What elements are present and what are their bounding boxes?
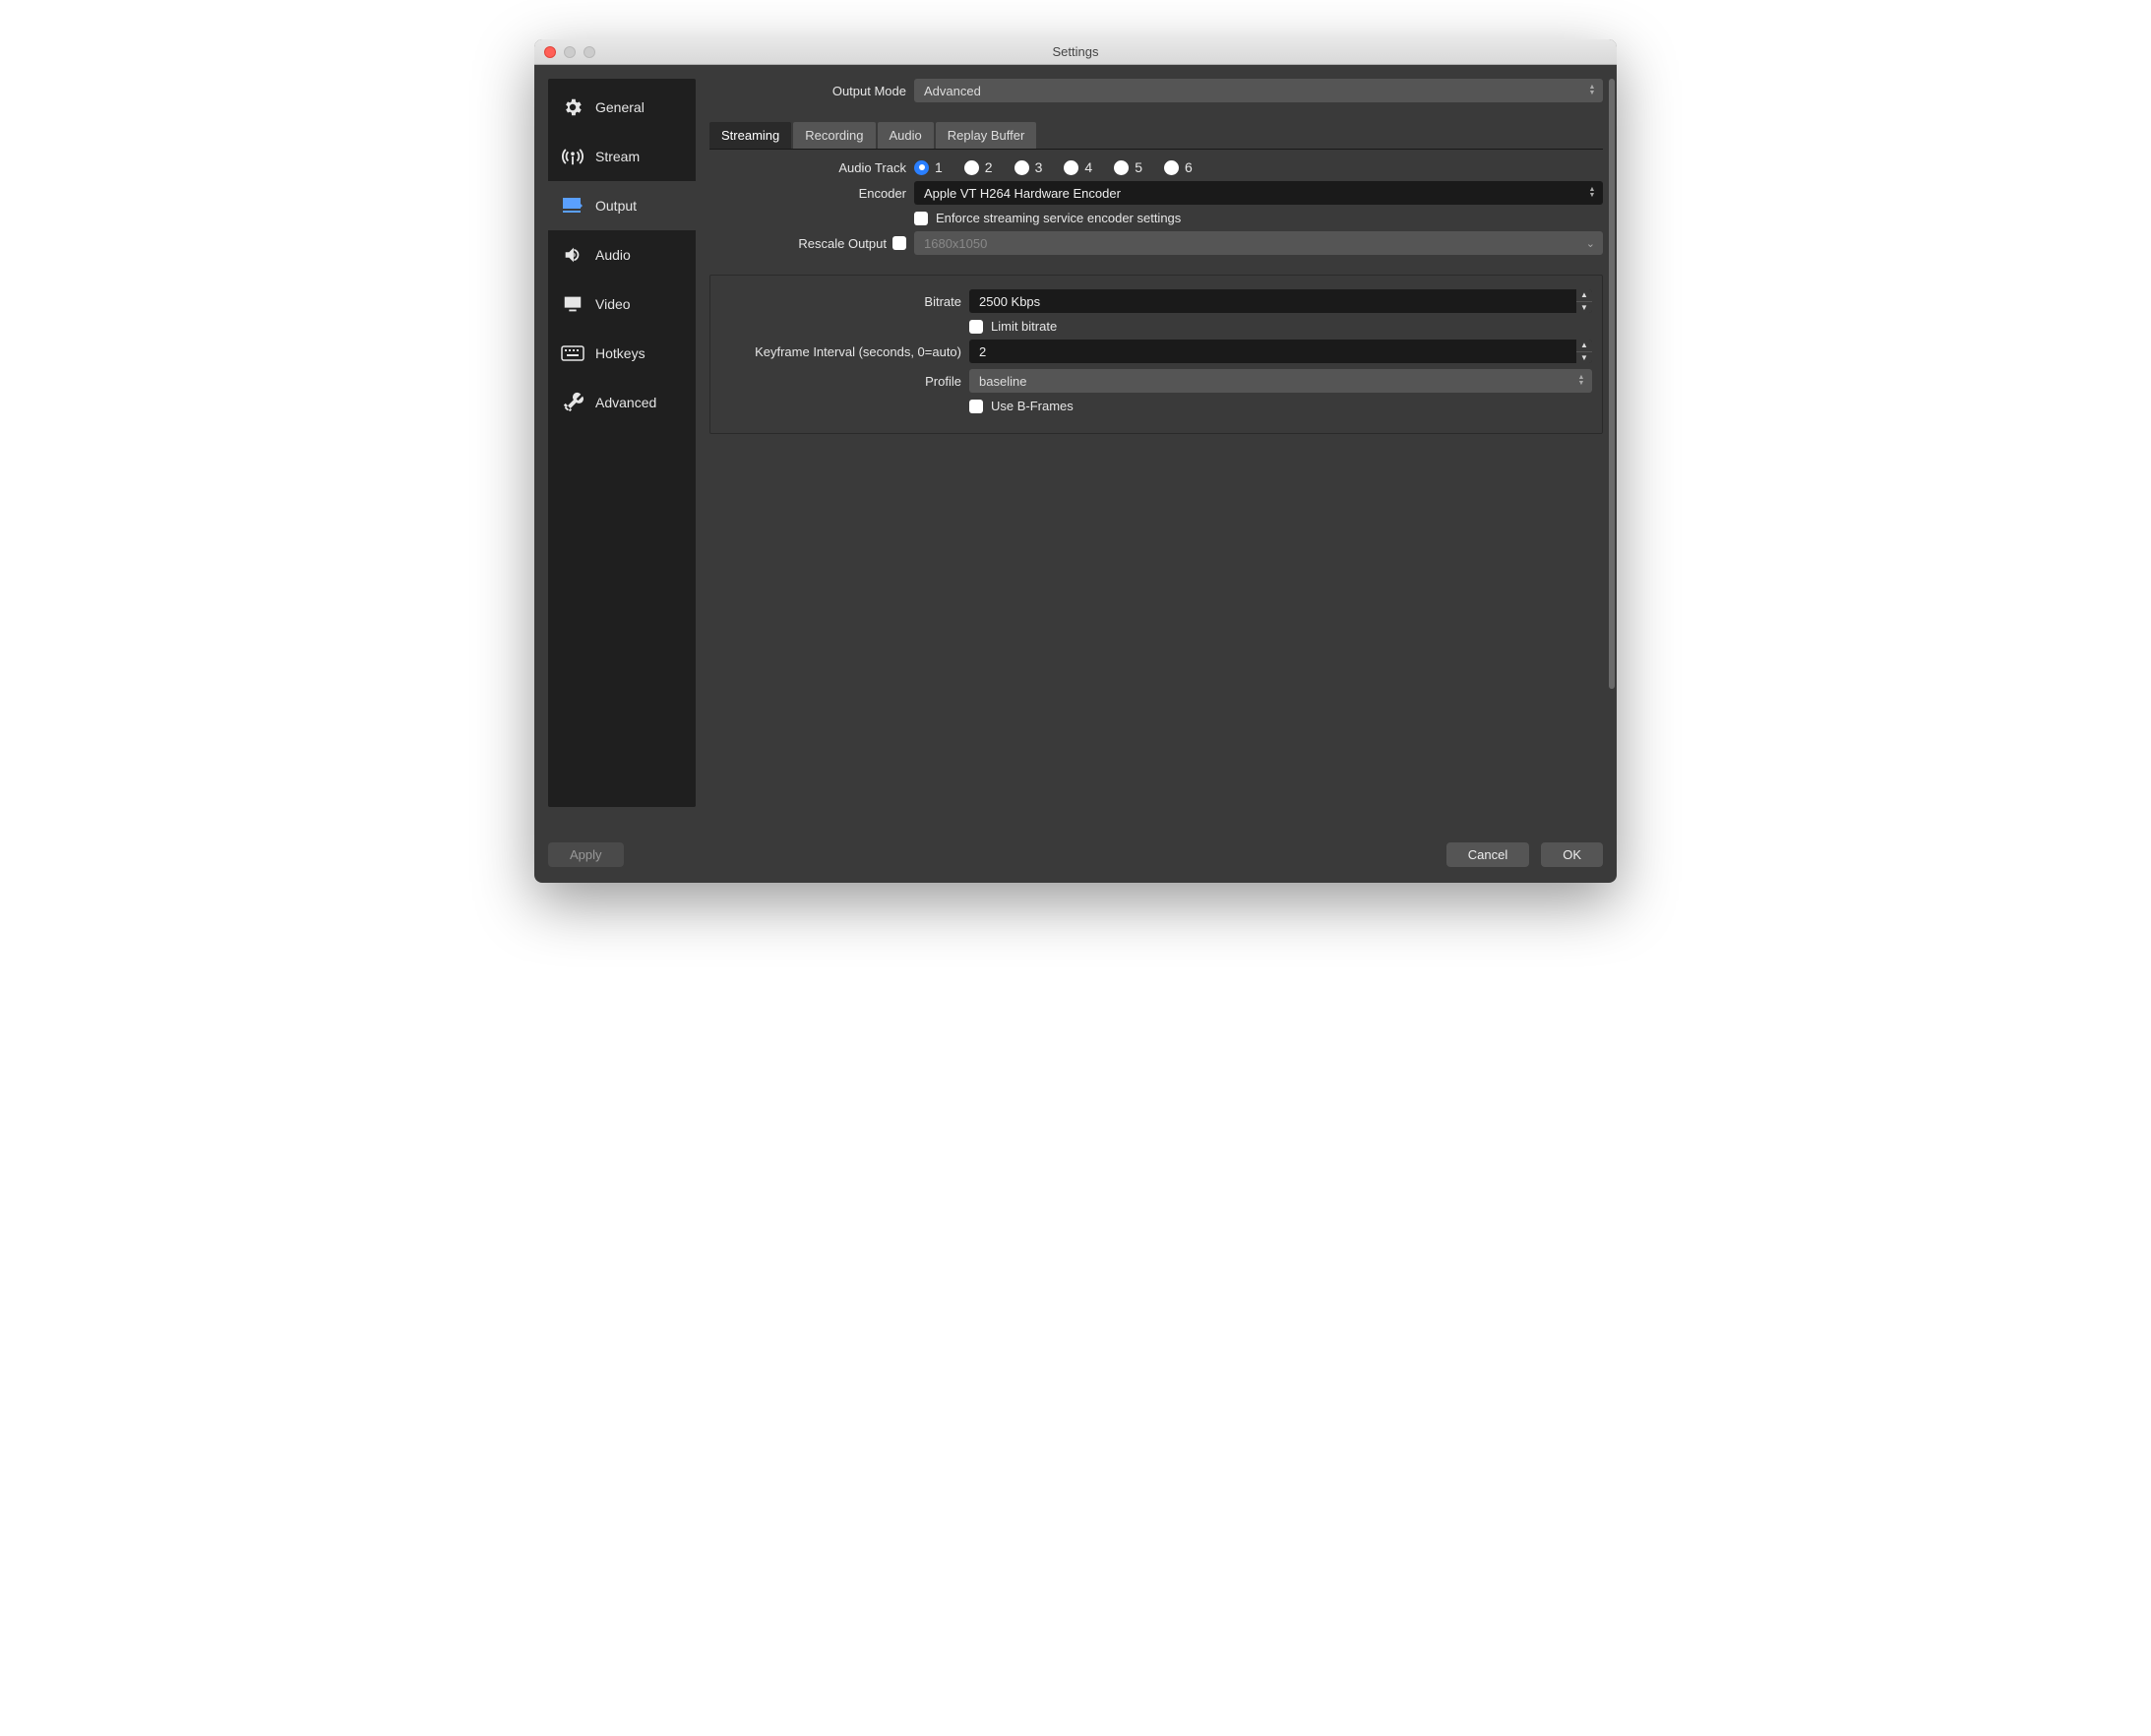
encoder-settings-section: Bitrate 2500 Kbps ▲▼ Limit bitrate Keyfr… [709,275,1603,434]
scrollbar-thumb[interactable] [1609,79,1615,689]
audio-track-radio-3[interactable]: 3 [1014,159,1043,175]
sidebar-item-general[interactable]: General [548,83,696,132]
tab-recording[interactable]: Recording [793,122,875,149]
sidebar-item-advanced[interactable]: Advanced [548,378,696,427]
window-body: General Stream Output Audio [534,65,1617,833]
audio-track-radio-2[interactable]: 2 [964,159,993,175]
bitrate-label: Bitrate [710,294,961,309]
rescale-value: 1680x1050 [924,236,987,251]
settings-sidebar: General Stream Output Audio [548,79,696,807]
enforce-row: Enforce streaming service encoder settin… [709,211,1603,225]
speaker-icon [560,244,585,266]
monitor-icon [560,293,585,315]
audio-track-radio-4[interactable]: 4 [1064,159,1092,175]
titlebar: Settings [534,39,1617,65]
tab-replay-buffer[interactable]: Replay Buffer [936,122,1037,149]
antenna-icon [560,146,585,167]
output-mode-value: Advanced [924,84,981,98]
bframes-checkbox[interactable]: Use B-Frames [969,399,1074,413]
tab-streaming[interactable]: Streaming [709,122,791,149]
rescale-checkbox[interactable] [892,236,906,250]
monitor-output-icon [560,195,585,217]
audio-track-radios: 1 2 3 4 5 6 [914,159,1603,175]
settings-window: Settings General Stream Output [534,39,1617,883]
sidebar-item-video[interactable]: Video [548,279,696,329]
enforce-checkbox[interactable]: Enforce streaming service encoder settin… [914,211,1181,225]
output-mode-row: Output Mode Advanced ▲▼ [709,79,1603,102]
output-mode-label: Output Mode [709,84,906,98]
checkbox-icon [914,212,928,225]
checkbox-icon [969,320,983,334]
enforce-label: Enforce streaming service encoder settin… [936,211,1181,225]
sidebar-item-stream[interactable]: Stream [548,132,696,181]
cancel-button[interactable]: Cancel [1446,842,1529,867]
keyboard-icon [560,342,585,364]
spinner-icon[interactable]: ▲▼ [1576,340,1592,363]
limit-bitrate-checkbox[interactable]: Limit bitrate [969,319,1057,334]
chevron-down-icon: ⌄ [1586,237,1595,250]
audio-track-label: Audio Track [709,160,906,175]
encoder-select[interactable]: Apple VT H264 Hardware Encoder ▲▼ [914,181,1603,205]
scrollbar[interactable] [1609,79,1615,689]
keyframe-value: 2 [979,344,986,359]
settings-main: Output Mode Advanced ▲▼ Streaming Record… [709,79,1603,819]
output-tabs: Streaming Recording Audio Replay Buffer [709,122,1603,150]
audio-track-radio-6[interactable]: 6 [1164,159,1193,175]
sidebar-item-label: Video [595,296,631,312]
updown-icon: ▲▼ [1585,187,1599,199]
audio-track-radio-1[interactable]: 1 [914,159,943,175]
encoder-label: Encoder [709,186,906,201]
bitrate-value: 2500 Kbps [979,294,1040,309]
sidebar-item-label: General [595,99,645,115]
checkbox-icon [969,400,983,413]
encoder-value: Apple VT H264 Hardware Encoder [924,186,1121,201]
rescale-row: Rescale Output 1680x1050 ⌄ [709,231,1603,255]
profile-select[interactable]: baseline ▲▼ [969,369,1592,393]
sidebar-item-label: Stream [595,149,640,164]
encoder-row: Encoder Apple VT H264 Hardware Encoder ▲… [709,181,1603,205]
tools-icon [560,392,585,413]
rescale-label: Rescale Output [798,236,887,251]
keyframe-input[interactable]: 2 ▲▼ [969,340,1592,363]
sidebar-item-hotkeys[interactable]: Hotkeys [548,329,696,378]
output-mode-select[interactable]: Advanced ▲▼ [914,79,1603,102]
bframes-row: Use B-Frames [710,399,1592,413]
ok-button[interactable]: OK [1541,842,1603,867]
profile-row: Profile baseline ▲▼ [710,369,1592,393]
sidebar-item-label: Output [595,198,637,214]
footer: Apply Cancel OK [534,833,1617,883]
limit-bitrate-label: Limit bitrate [991,319,1057,334]
bitrate-row: Bitrate 2500 Kbps ▲▼ [710,289,1592,313]
updown-icon: ▲▼ [1585,85,1599,96]
audio-track-radio-5[interactable]: 5 [1114,159,1142,175]
bitrate-input[interactable]: 2500 Kbps ▲▼ [969,289,1592,313]
sidebar-item-audio[interactable]: Audio [548,230,696,279]
sidebar-item-label: Hotkeys [595,345,645,361]
profile-label: Profile [710,374,961,389]
spinner-icon[interactable]: ▲▼ [1576,289,1592,313]
bframes-label: Use B-Frames [991,399,1074,413]
gear-icon [560,96,585,118]
limit-bitrate-row: Limit bitrate [710,319,1592,334]
sidebar-item-label: Advanced [595,395,656,410]
audio-track-row: Audio Track 1 2 3 4 5 6 [709,159,1603,175]
updown-icon: ▲▼ [1574,375,1588,387]
tab-audio[interactable]: Audio [878,122,934,149]
window-title: Settings [534,44,1617,59]
apply-button[interactable]: Apply [548,842,624,867]
profile-value: baseline [979,374,1026,389]
keyframe-label: Keyframe Interval (seconds, 0=auto) [710,344,961,359]
rescale-select[interactable]: 1680x1050 ⌄ [914,231,1603,255]
sidebar-item-output[interactable]: Output [548,181,696,230]
keyframe-row: Keyframe Interval (seconds, 0=auto) 2 ▲▼ [710,340,1592,363]
sidebar-item-label: Audio [595,247,631,263]
